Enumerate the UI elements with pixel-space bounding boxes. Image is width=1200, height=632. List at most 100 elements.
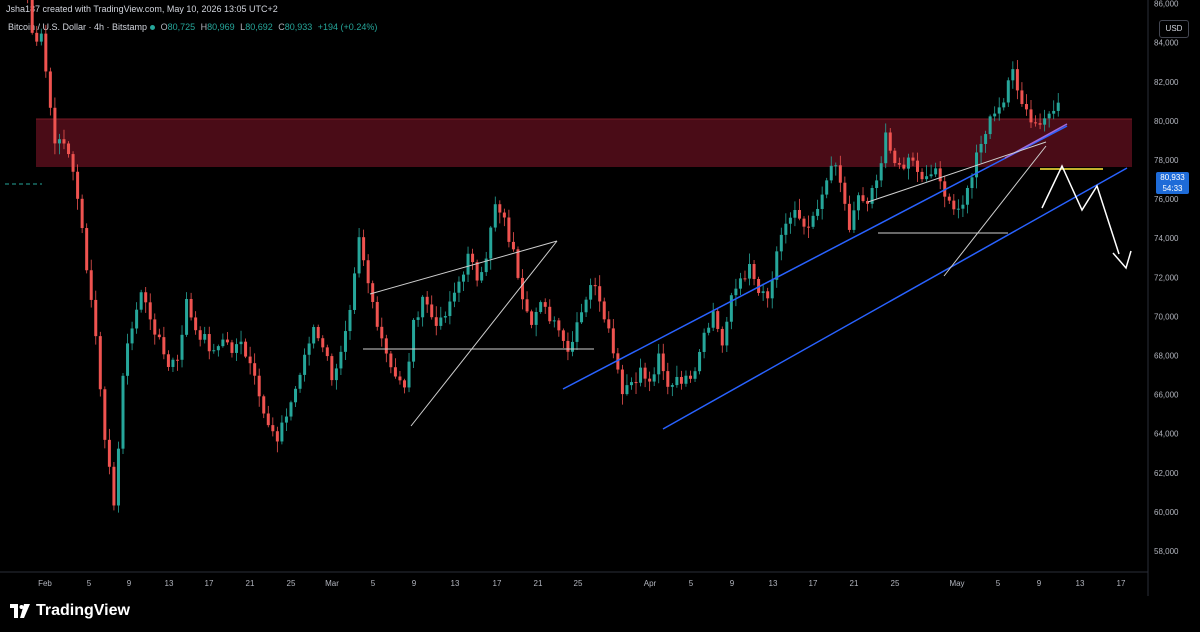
candle-down [402, 380, 406, 388]
candle-up [534, 311, 538, 325]
candle-down [53, 107, 57, 144]
last-price-tag: 80,933 54:33 [1156, 172, 1189, 194]
candle-down [271, 425, 275, 432]
candle-down [430, 304, 434, 318]
candle-down [607, 319, 611, 329]
candle-down [44, 33, 48, 72]
candle-down [689, 375, 692, 379]
candle-down [1038, 123, 1042, 125]
candle-up [829, 165, 833, 181]
candle-down [797, 210, 801, 219]
projection-arrow-head [1112, 250, 1132, 270]
candle-down [166, 354, 170, 367]
candle-up [348, 309, 352, 332]
candle-up [489, 227, 493, 259]
candle-down [938, 168, 942, 182]
candle-down [502, 212, 506, 218]
candle-up [775, 251, 779, 280]
time-tick-label: 21 [246, 579, 255, 588]
price-tick-label: 80,000 [1154, 117, 1179, 126]
time-tick-label: 9 [1037, 579, 1042, 588]
candle-down [802, 218, 806, 227]
candle-up [116, 448, 120, 506]
candle-down [752, 264, 756, 279]
candle-up [820, 194, 824, 209]
price-chart[interactable]: 86,000 84,000 82,000 80,000 78,000 76,000 74,0… [0, 0, 1200, 596]
candle-up [770, 279, 774, 299]
candle-up [956, 208, 960, 210]
candle-down [148, 302, 152, 320]
time-tick-label: 9 [127, 579, 132, 588]
time-tick-label: Apr [644, 579, 657, 588]
candle-up [997, 107, 1001, 114]
candle-down [266, 413, 270, 426]
tradingview-logo-text: TradingView [36, 602, 130, 619]
candle-up [180, 334, 184, 360]
candle-down [71, 154, 75, 172]
candle-down [1020, 90, 1024, 105]
candle-up [625, 385, 629, 395]
candle-up [339, 351, 343, 369]
candle-down [257, 375, 261, 397]
candle-down [198, 330, 202, 340]
candle-up [693, 371, 697, 379]
candle-up [779, 234, 783, 252]
candle-up [289, 402, 293, 417]
candle-down [634, 382, 638, 384]
candle-down [716, 311, 720, 329]
candle-up [580, 312, 584, 323]
candle-down [602, 301, 606, 320]
candles-group [27, 0, 1060, 513]
candle-down [48, 71, 52, 108]
candle-up [929, 174, 933, 177]
candle-down [661, 353, 665, 372]
candle-up [711, 311, 715, 328]
candle-up [934, 168, 938, 175]
candle-down [389, 353, 393, 368]
candle-down [244, 341, 248, 357]
candle-down [861, 195, 865, 202]
price-tick-label: 66,000 [1154, 391, 1179, 400]
currency-button[interactable]: USD [1159, 20, 1189, 38]
time-tick-label: 25 [287, 579, 296, 588]
candle-down [557, 320, 561, 331]
candle-up [416, 317, 420, 320]
price-tick-label: 64,000 [1154, 430, 1179, 439]
candle-up [738, 278, 742, 289]
tradingview-logo[interactable]: TradingView [10, 602, 130, 620]
candle-down [30, 0, 34, 33]
candle-up [725, 321, 729, 346]
candle-down [511, 241, 515, 250]
time-tick-label: May [949, 579, 964, 588]
candle-up [988, 116, 992, 135]
candle-down [189, 298, 193, 318]
candle-up [575, 322, 579, 342]
candle-up [185, 298, 189, 335]
candle-down [375, 301, 379, 327]
price-tick-label: 76,000 [1154, 195, 1179, 204]
candle-up [961, 204, 965, 209]
candle-down [35, 32, 39, 42]
candle-up [307, 343, 311, 355]
time-tick-label: 17 [205, 579, 214, 588]
candle-down [80, 198, 84, 229]
time-tick-label: 5 [996, 579, 1001, 588]
candle-up [788, 217, 792, 224]
candle-up [970, 177, 974, 188]
candle-up [698, 351, 702, 372]
candle-up [126, 343, 130, 376]
candle-down [548, 306, 552, 322]
candle-up [235, 344, 238, 353]
candle-up [1011, 69, 1015, 81]
candle-up [466, 253, 470, 275]
candle-down [384, 338, 388, 354]
candle-down [162, 337, 166, 355]
time-tick-label: Mar [325, 579, 339, 588]
candle-down [897, 163, 901, 165]
candle-down [253, 363, 257, 376]
time-tick-label: Feb [38, 579, 52, 588]
candle-up [1047, 113, 1051, 119]
candle-up [1052, 110, 1056, 114]
candle-down [952, 200, 956, 210]
time-tick-label: 9 [730, 579, 735, 588]
